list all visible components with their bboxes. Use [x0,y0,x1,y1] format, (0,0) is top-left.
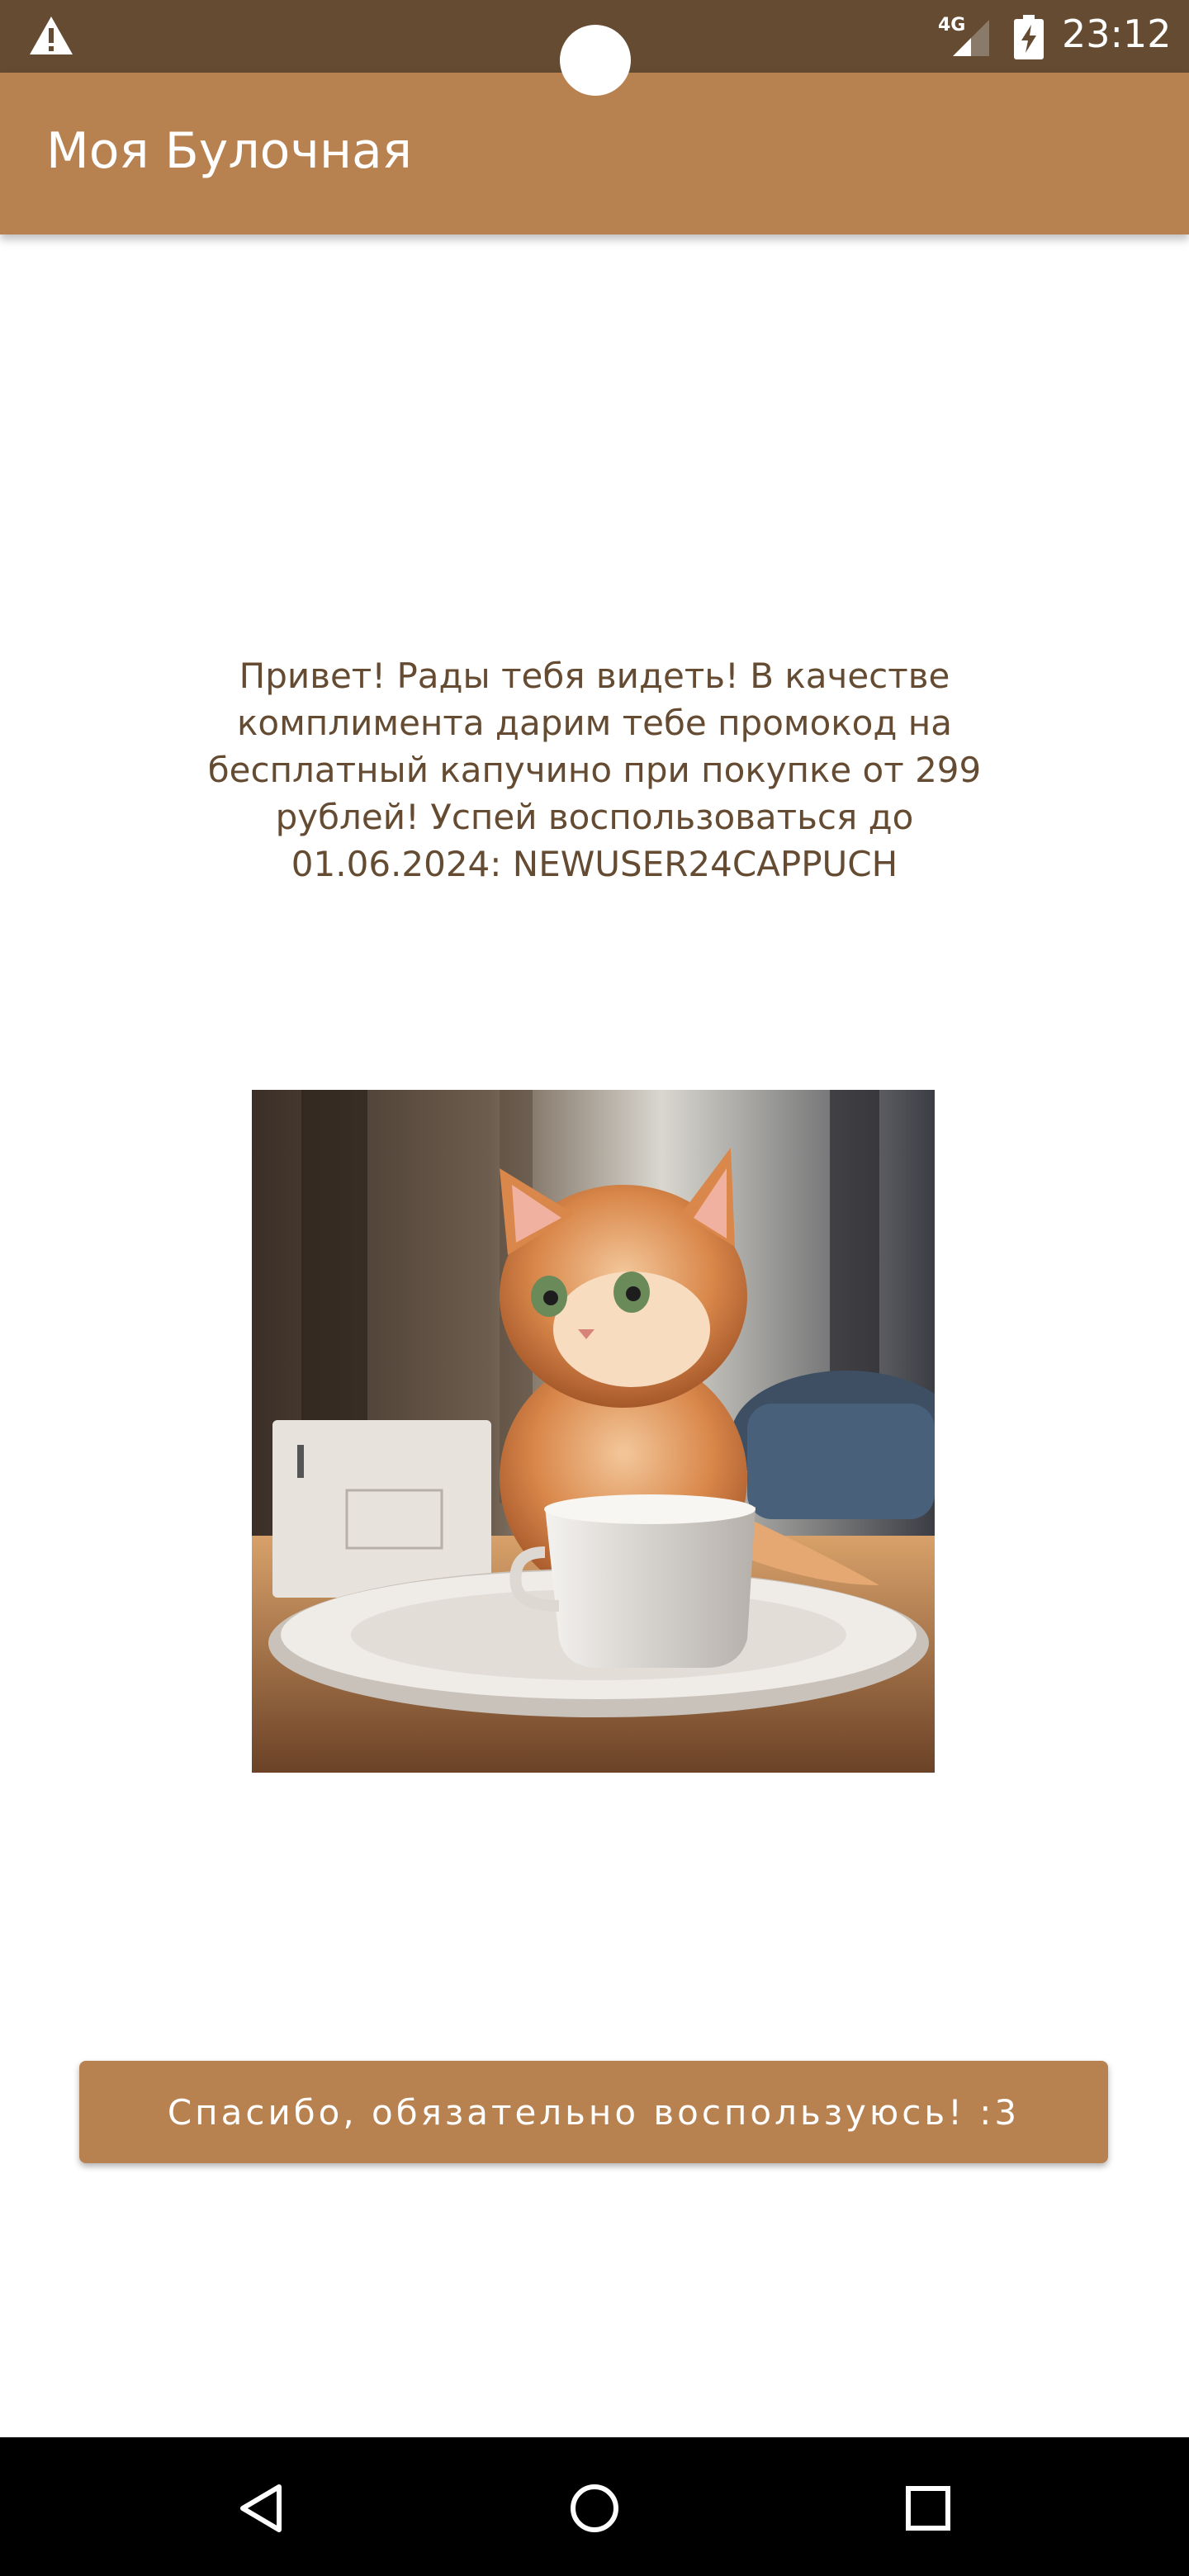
app-title: Моя Булочная [46,122,412,180]
kitten-with-coffee-cup-image [252,1090,935,1773]
app-bar: Моя Булочная [0,73,1189,234]
camera-cutout [560,25,631,96]
nav-bar [0,2437,1189,2576]
home-icon[interactable] [565,2479,624,2538]
signal-icon [953,20,989,56]
screen: 4G 23:12 Моя Булочная Привет! Рады тебя … [0,0,1189,2576]
clock: 23:12 [1062,12,1172,56]
battery-charging-icon [1014,15,1044,59]
promo-text: Привет! Рады тебя видеть! В качестве ком… [207,656,982,884]
confirm-button[interactable]: Спасибо, обязательно воспользуюсь! :3 [79,2061,1108,2163]
warning-icon [30,17,73,54]
recents-icon[interactable] [898,2479,958,2538]
back-icon[interactable] [231,2479,291,2538]
